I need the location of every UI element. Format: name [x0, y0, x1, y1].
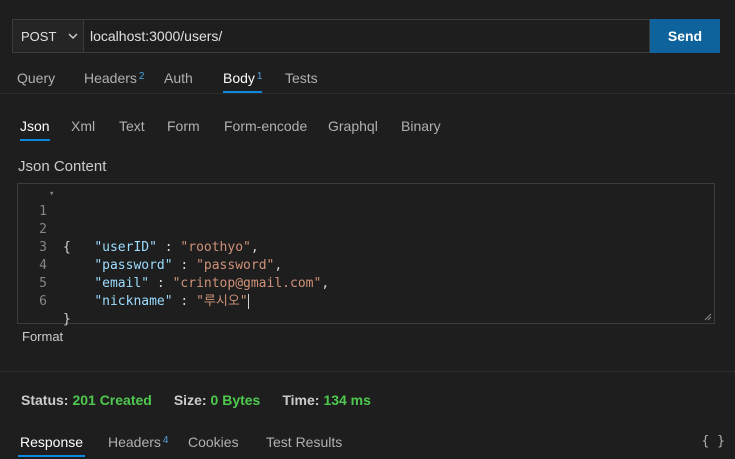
json-key: "password"	[94, 258, 173, 273]
url-input[interactable]: localhost:3000/users/	[83, 19, 650, 53]
request-tabs: Query Headers 2 Auth Body 1 Tests	[0, 62, 735, 94]
size-value: 0 Bytes	[210, 392, 261, 408]
status-value: 201 Created	[72, 392, 152, 408]
method-value: POST	[21, 28, 57, 44]
body-tab-xml[interactable]: Xml	[71, 118, 95, 134]
url-value: localhost:3000/users/	[90, 28, 223, 44]
response-headers-count-badge: 4	[162, 435, 169, 446]
json-key: "nickname"	[94, 294, 173, 309]
json-value: "roothyo"	[180, 240, 251, 255]
json-value: "crintop@gmail.com"	[172, 276, 322, 291]
divider	[0, 371, 735, 372]
body-tab-binary[interactable]: Binary	[401, 118, 441, 134]
send-button[interactable]: Send	[650, 19, 720, 53]
format-button[interactable]: Format	[22, 329, 63, 344]
editor-line: 6 }	[18, 275, 71, 327]
response-tab-headers[interactable]: Headers 4	[108, 434, 168, 450]
tab-auth[interactable]: Auth	[164, 70, 193, 86]
tab-query[interactable]: Query	[17, 70, 55, 86]
chevron-down-icon	[68, 33, 78, 39]
body-count-badge: 1	[256, 71, 263, 82]
text-cursor	[247, 294, 249, 309]
body-tab-graphql[interactable]: Graphql	[328, 118, 378, 134]
editor-line: 2 "userID" : "roothyo",	[18, 203, 259, 255]
time-label: Time:	[282, 392, 320, 408]
json-key: "userID"	[94, 240, 157, 255]
resize-handle-icon[interactable]	[704, 313, 712, 321]
code-text: }	[63, 312, 71, 327]
body-tab-text[interactable]: Text	[119, 118, 145, 134]
tab-headers[interactable]: Headers 2	[84, 70, 144, 86]
fold-chevron-icon[interactable]: ▾	[49, 185, 54, 203]
request-bar: POST localhost:3000/users/ Send	[12, 19, 720, 53]
response-tab-response[interactable]: Response	[17, 434, 86, 457]
editor-line: 3 "password" : "password",	[18, 221, 282, 273]
tab-tests[interactable]: Tests	[285, 70, 318, 86]
response-tab-test-results[interactable]: Test Results	[266, 434, 342, 450]
line-number: 6	[39, 294, 47, 309]
editor-line: 1 ▾ {	[18, 185, 71, 255]
editor-line: 5 "nickname" : "루시오"	[18, 257, 249, 309]
json-value: "루시오"	[196, 294, 248, 309]
headers-count-badge: 2	[138, 71, 145, 82]
json-value: "password"	[196, 258, 275, 273]
time-value: 134 ms	[323, 392, 371, 408]
response-status: Status: 201 Created Size: 0 Bytes Time: …	[21, 392, 393, 408]
body-tab-form[interactable]: Form	[167, 118, 200, 134]
editor-line: 4 "email" : "crintop@gmail.com",	[18, 239, 329, 291]
json-key: "email"	[94, 276, 150, 291]
method-select[interactable]: POST	[12, 19, 83, 53]
body-tab-form-encode[interactable]: Form-encode	[224, 118, 307, 134]
size-label: Size:	[173, 392, 207, 408]
json-content-title: Json Content	[18, 158, 107, 175]
response-tab-cookies[interactable]: Cookies	[188, 434, 239, 450]
body-tab-json[interactable]: Json	[20, 118, 50, 141]
tab-body[interactable]: Body 1	[223, 70, 263, 93]
status-label: Status:	[21, 392, 69, 408]
json-editor[interactable]: 1 ▾ { 2 "userID" : "roothyo", 3 "passwor…	[17, 183, 715, 327]
braces-icon[interactable]: { }	[702, 434, 725, 449]
